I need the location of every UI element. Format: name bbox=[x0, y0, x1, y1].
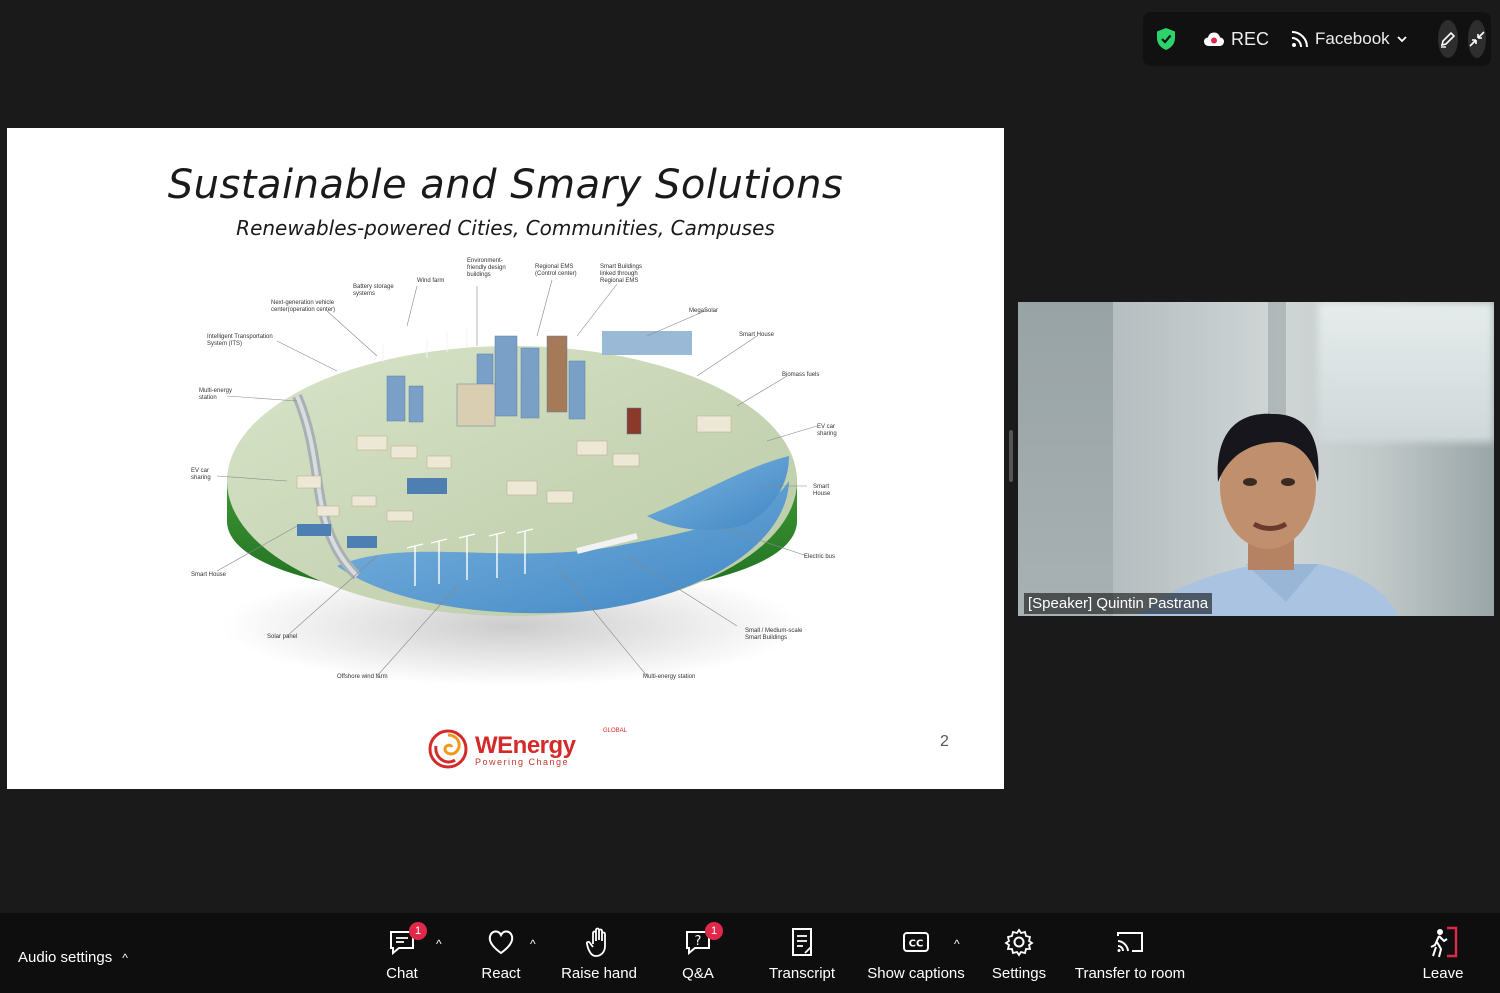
exit-fullscreen-button[interactable] bbox=[1467, 20, 1486, 58]
settings-button[interactable]: Settings bbox=[992, 925, 1046, 982]
label-offshore-wind: Offshore wind farm bbox=[337, 674, 388, 680]
chat-badge: 1 bbox=[409, 922, 427, 940]
transfer-to-room-label: Transfer to room bbox=[1074, 965, 1186, 982]
label-wind-farm: Wind farm bbox=[417, 278, 445, 284]
wenergy-logo: WEnergy GLOBAL Powering Change bbox=[427, 726, 627, 772]
chat-label: Chat bbox=[386, 965, 418, 982]
label-ev-left: EV car sharing bbox=[191, 468, 211, 481]
leave-label: Leave bbox=[1422, 965, 1464, 982]
heart-icon bbox=[488, 930, 514, 955]
hand-icon bbox=[585, 927, 606, 957]
label-smart-buildings: Smart Buildings linked through Regional … bbox=[600, 264, 643, 284]
qa-badge: 1 bbox=[705, 922, 723, 940]
label-small-medium: Small / Medium-scale Smart Buildings bbox=[745, 628, 803, 641]
speaker-avatar-figure bbox=[1138, 413, 1398, 616]
chat-button[interactable]: 1 Chat bbox=[382, 922, 427, 982]
rec-label: REC bbox=[1231, 28, 1270, 49]
label-ev-right: EV car sharing bbox=[817, 424, 837, 437]
exit-door-icon bbox=[1430, 926, 1458, 958]
recording-indicator[interactable]: REC bbox=[1203, 29, 1269, 50]
settings-label: Settings bbox=[991, 965, 1047, 982]
transcript-label: Transcript bbox=[768, 965, 836, 982]
slide-page-number: 2 bbox=[940, 733, 949, 750]
raise-hand-button[interactable]: Raise hand bbox=[561, 925, 637, 982]
gear-icon bbox=[1004, 928, 1034, 957]
annotate-button[interactable] bbox=[1437, 20, 1458, 58]
speaker-name-tag: [Speaker] Quintin Pastrana bbox=[1024, 593, 1213, 614]
qa-label: Q&A bbox=[682, 965, 714, 982]
captions-options-chevron-icon[interactable]: ^ bbox=[954, 937, 960, 951]
label-env-buildings: Environment-friendly design buildings bbox=[467, 258, 506, 278]
cast-icon bbox=[1117, 932, 1143, 952]
leave-button[interactable]: Leave bbox=[1422, 925, 1464, 982]
transfer-to-room-button[interactable]: Transfer to room bbox=[1075, 925, 1185, 982]
meeting-status-bar: REC Facebook bbox=[1143, 12, 1491, 66]
chat-options-chevron-icon[interactable]: ^ bbox=[436, 937, 442, 951]
label-next-gen: Next-generation vehicle center(operation… bbox=[271, 300, 336, 313]
minimize-arrows-icon bbox=[1469, 31, 1485, 47]
label-smart-house-left: Smart House bbox=[191, 572, 227, 578]
show-captions-button[interactable]: CC Show captions bbox=[867, 925, 965, 982]
audio-settings-button[interactable]: Audio settings ^ bbox=[18, 949, 128, 966]
stream-label: Facebook bbox=[1315, 29, 1390, 48]
react-button[interactable]: React bbox=[480, 925, 522, 982]
label-biomass: Biomass fuels bbox=[782, 372, 820, 378]
label-battery: Battery storage systems bbox=[353, 284, 394, 297]
broadcast-icon bbox=[1291, 31, 1309, 48]
security-shield-icon[interactable] bbox=[1155, 26, 1177, 52]
smart-city-illustration: Wind farm Environment-friendly design bu… bbox=[177, 258, 837, 698]
chevron-up-icon: ^ bbox=[122, 950, 128, 965]
label-smart-house-top: Smart House bbox=[739, 332, 775, 338]
label-multi-energy-bottom: Multi-energy station bbox=[643, 674, 696, 680]
slide-subtitle: Renewables-powered Cities, Communities, … bbox=[236, 216, 775, 240]
transcript-button[interactable]: Transcript bbox=[768, 925, 836, 982]
label-regional-ems: Regional EMS (Control center) bbox=[535, 264, 577, 277]
label-mega-solar: MegaSolar bbox=[689, 308, 719, 314]
label-multi-energy-left: Multi-energy station bbox=[199, 388, 233, 401]
live-stream-dropdown[interactable]: Facebook bbox=[1291, 29, 1414, 49]
label-smart-house-right: Smart House bbox=[813, 484, 831, 497]
cc-icon: CC bbox=[903, 932, 929, 952]
label-electric-bus: Electric bus bbox=[804, 554, 836, 560]
logo-name: WEnergy bbox=[475, 731, 576, 759]
audio-settings-label: Audio settings bbox=[18, 949, 113, 966]
pen-icon bbox=[1440, 31, 1455, 48]
show-captions-label: Show captions bbox=[867, 965, 965, 982]
meeting-window: REC Facebook Sustainable and Smary Solut… bbox=[0, 0, 1500, 993]
transcript-icon bbox=[792, 928, 812, 956]
shared-slide: Sustainable and Smary Solutions Renewabl… bbox=[7, 128, 1004, 789]
slide-title: Sustainable and Smary Solutions bbox=[167, 162, 844, 208]
speaker-video-tile[interactable]: [Speaker] Quintin Pastrana bbox=[1018, 302, 1494, 616]
qa-button[interactable]: ? 1 Q&A bbox=[680, 922, 723, 982]
logo-global: GLOBAL bbox=[603, 727, 628, 734]
react-label: React bbox=[481, 965, 521, 982]
chevron-down-icon bbox=[1397, 36, 1407, 43]
split-resize-handle[interactable] bbox=[1009, 430, 1013, 482]
logo-tagline: Powering Change bbox=[475, 756, 570, 767]
svg-text:CC: CC bbox=[909, 939, 924, 950]
svg-text:?: ? bbox=[695, 934, 702, 949]
react-options-chevron-icon[interactable]: ^ bbox=[530, 937, 536, 951]
label-its: Intelligent Transportation System (ITS) bbox=[207, 334, 273, 347]
cloud-record-icon bbox=[1204, 32, 1224, 46]
raise-hand-label: Raise hand bbox=[561, 965, 637, 982]
swirl-logo-icon bbox=[428, 729, 468, 769]
label-solar-panel: Solar panel bbox=[267, 634, 298, 640]
meeting-toolbar: Audio settings ^ 1 Chat ^ React ^ Raise … bbox=[0, 913, 1500, 993]
